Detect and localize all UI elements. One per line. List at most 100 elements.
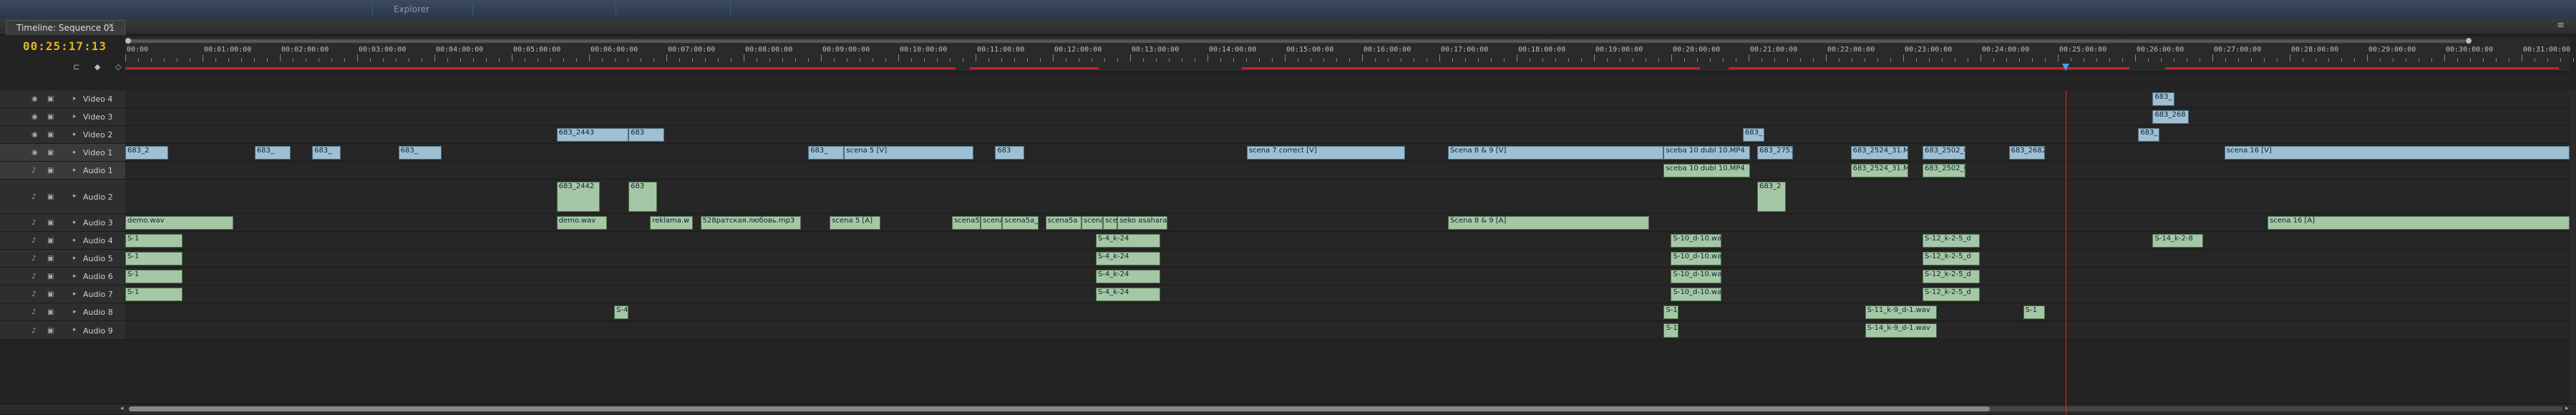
timeline-clip[interactable]: demo.wav (556, 216, 607, 230)
timeline-clip[interactable]: scena (981, 216, 1003, 230)
lock-icon[interactable]: ▣ (47, 148, 57, 157)
timeline-clip[interactable]: 683_2682 (2008, 146, 2045, 160)
track-header-audio-8[interactable]: ♪ ▣ ▸ Audio 8 (0, 303, 125, 321)
timeline-clip[interactable]: scena 5 [A] (830, 216, 880, 230)
zoom-scrollbar[interactable] (125, 37, 2570, 44)
timeline-clip[interactable]: S-12_k-2-5_d (1923, 234, 1980, 248)
track-header-video-3[interactable]: ◉ ▣ ▸ Video 3 (0, 108, 125, 126)
speaker-icon[interactable]: ♪ (31, 254, 42, 263)
timeline-clip[interactable]: 528ратская.любовь.mp3 (700, 216, 802, 230)
timeline-clip[interactable]: S-4_k-24 (1095, 270, 1161, 283)
background-window[interactable] (272, 3, 373, 16)
track-lane-audio-9[interactable]: S-1 S-14_k-9_d-1.wav (125, 321, 2570, 340)
timeline-clip[interactable]: 683_268 (2152, 110, 2189, 124)
lock-icon[interactable]: ▣ (47, 218, 57, 228)
track-lane-video-2[interactable]: 683_2443 683 683_ 683_ (125, 126, 2570, 144)
scroll-right-icon[interactable]: ▸ (2565, 405, 2569, 412)
zoom-scrollbar-track[interactable] (125, 39, 2466, 43)
track-lane-audio-7[interactable]: S-1 S-4_k-24 S-10_d-10.wav S-12_k-2-5_d (125, 285, 2570, 303)
background-window[interactable] (501, 3, 616, 16)
timeline-clip[interactable]: S-14_k-2-8 (2152, 234, 2203, 248)
close-icon[interactable]: × (107, 21, 115, 31)
timeline-clip[interactable]: 683_ (1742, 128, 1765, 142)
timeline-clip[interactable]: seko asahara (1117, 216, 1168, 230)
timeline-clip[interactable]: 683_2443 (556, 128, 629, 142)
timeline-clip[interactable]: S-12_k-2-5_d (1923, 252, 1980, 265)
track-header-video-2[interactable]: ◉ ▣ ▸ Video 2 (0, 126, 125, 144)
timeline-clip[interactable]: S-1 (1663, 323, 1678, 338)
lock-icon[interactable]: ▣ (47, 130, 57, 140)
lock-icon[interactable]: ▣ (47, 272, 57, 281)
speaker-icon[interactable]: ♪ (31, 166, 42, 175)
track-header-audio-9[interactable]: ♪ ▣ ▸ Audio 9 (0, 321, 125, 340)
lock-icon[interactable]: ▣ (47, 326, 57, 336)
timeline-clip[interactable]: 683_2 (125, 146, 169, 160)
timeline-clip[interactable]: 683 (995, 146, 1024, 160)
timeline-clip[interactable]: 683_ (2138, 128, 2160, 142)
time-ruler[interactable]: 00:00 00:01:00:00 00:02:00:00 00:03:00:00 00… (125, 37, 2574, 72)
timeline-clip[interactable]: scena 5 [V] (844, 146, 974, 160)
track-header-video-1[interactable]: ◉ ▣ ▸ Video 1 (0, 144, 125, 162)
eye-icon[interactable]: ◉ (31, 148, 42, 157)
timeline-clip[interactable]: 683_ (254, 146, 291, 160)
lock-icon[interactable]: ▣ (47, 166, 57, 175)
twirl-down-icon[interactable]: ▸ (73, 290, 77, 298)
twirl-down-icon[interactable]: ▸ (73, 237, 77, 244)
speaker-icon[interactable]: ♪ (31, 272, 42, 281)
lock-icon[interactable]: ▣ (47, 112, 57, 122)
speaker-icon[interactable]: ♪ (31, 192, 42, 202)
timeline-clip[interactable]: S-4_k-24 (1095, 252, 1161, 265)
marker-icon[interactable]: ◆ (92, 63, 102, 72)
speaker-icon[interactable]: ♪ (31, 326, 42, 336)
timeline-clip[interactable]: Scena 8 & 9 [V] (1448, 146, 1664, 160)
timeline-clip[interactable]: Scena 8 & 9 [A] (1448, 216, 1650, 230)
speaker-icon[interactable]: ♪ (31, 236, 42, 245)
timeline-clip[interactable]: S-12_k-2-5_d (1923, 270, 1980, 283)
twirl-down-icon[interactable]: ▸ (73, 149, 77, 156)
timeline-clip[interactable]: sce (1103, 216, 1118, 230)
timeline-clip[interactable]: 683_2 (1757, 182, 1787, 212)
timeline-clip[interactable]: 683_2751 (1757, 146, 1794, 160)
timeline-clip[interactable]: scena5a_1lha (1002, 216, 1039, 230)
timeline-clip[interactable]: S-10_d-10.wav (1671, 288, 1721, 301)
background-window[interactable]: Explorer (387, 3, 473, 16)
timeline-clip[interactable]: scena5 (952, 216, 981, 230)
track-lane-audio-3[interactable]: demo.wav demo.wav reklama.w 528ратская.любо… (125, 214, 2570, 232)
eye-icon[interactable]: ◉ (31, 130, 42, 140)
panel-menu-icon[interactable]: ≡ (2557, 20, 2565, 31)
timeline-clip[interactable]: reklama.w (650, 216, 694, 230)
speaker-icon[interactable]: ♪ (31, 290, 42, 299)
timeline-clip[interactable]: scena 16 [V] (2224, 146, 2570, 160)
current-timecode[interactable]: 00:25:17:13 (23, 39, 107, 53)
timeline-clip[interactable]: S-10_d-10.wav (1671, 234, 1721, 248)
timeline-clip[interactable]: scena7 (1081, 216, 1103, 230)
timeline-clip[interactable]: S-1 (125, 234, 183, 248)
zoom-handle-left[interactable] (125, 38, 131, 44)
lock-icon[interactable]: ▣ (47, 308, 57, 317)
track-header-audio-7[interactable]: ♪ ▣ ▸ Audio 7 (0, 285, 125, 303)
speaker-icon[interactable]: ♪ (31, 218, 42, 228)
timeline-clip[interactable]: 683_2502_02 (1923, 146, 1966, 160)
eye-icon[interactable]: ◉ (31, 94, 42, 104)
twirl-down-icon[interactable]: ▸ (73, 308, 77, 316)
timeline-clip[interactable]: S-1 (125, 288, 183, 301)
scrollbar-thumb[interactable] (129, 406, 1990, 411)
scroll-left-icon[interactable]: ◂ (120, 405, 124, 412)
eye-icon[interactable]: ◉ (31, 112, 42, 122)
timeline-clip[interactable]: S-1 (125, 270, 183, 283)
twirl-down-icon[interactable]: ▸ (73, 219, 77, 226)
timeline-clip[interactable]: S-10_d-10.wav (1671, 270, 1721, 283)
timeline-clip[interactable]: sceba 10 dubl 10.MP4 (1663, 164, 1750, 177)
vertical-scrollbar[interactable] (2570, 90, 2576, 404)
timeline-clip[interactable]: 683_ (808, 146, 845, 160)
track-lane-audio-1[interactable]: sceba 10 dubl 10.MP4 683_2524_31.MP 683_25… (125, 162, 2570, 180)
track-lane-video-1[interactable]: 683_2 683_ 683_ 683_ 683_ scena 5 [V] 683 scena… (125, 144, 2570, 162)
twirl-down-icon[interactable]: ▸ (73, 273, 77, 280)
timeline-clip[interactable]: scena5a (1045, 216, 1082, 230)
twirl-down-icon[interactable]: ▸ (73, 326, 77, 333)
lock-icon[interactable]: ▣ (47, 94, 57, 104)
track-lane-audio-2[interactable]: 683_2442 683 683_2 (125, 180, 2570, 214)
timeline-clip[interactable]: 683_2524_31.MP (1850, 146, 1908, 160)
lock-icon[interactable]: ▣ (47, 192, 57, 202)
timeline-clip[interactable]: 683_ (312, 146, 341, 160)
